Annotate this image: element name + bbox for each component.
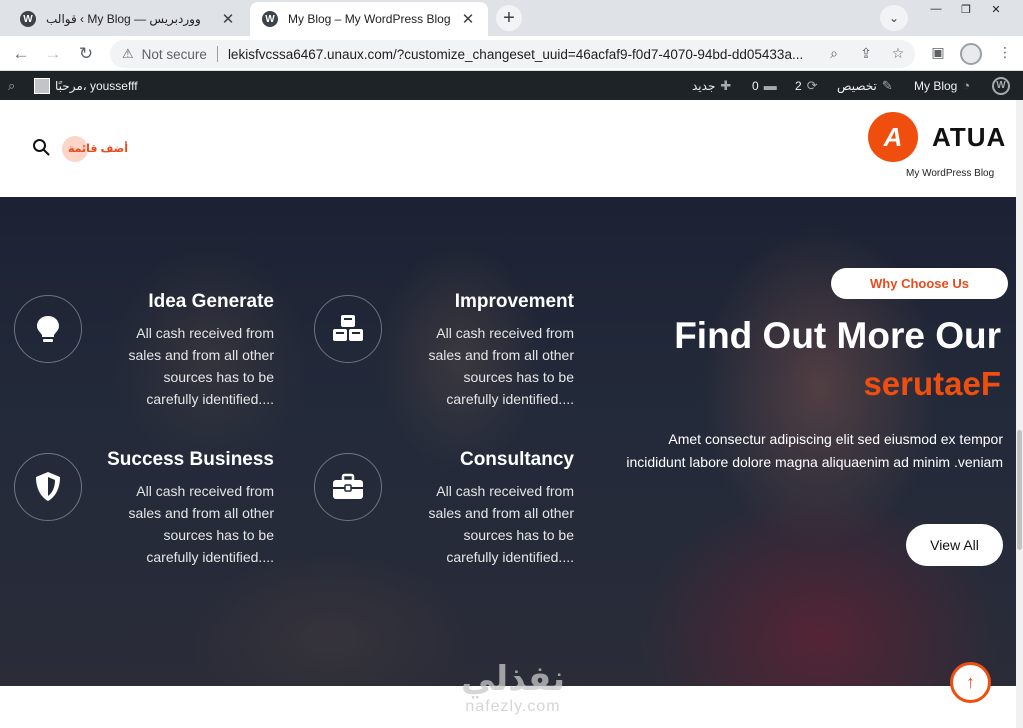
cubes-icon (333, 315, 363, 341)
admin-updates-link[interactable]: 2 ⟳ (795, 71, 818, 100)
admin-new-label: جديد (692, 78, 716, 93)
updates-count: 2 (795, 78, 802, 93)
comments-count: 0 (752, 78, 759, 93)
feature-description: All cash received from sales and from al… (428, 483, 574, 565)
tab-title: قوالب ‹ My Blog — ووردبريس (46, 12, 201, 26)
hero-section: Idea Generate All cash received from sal… (0, 197, 1023, 686)
admin-new-menu[interactable]: جديد ✚ (692, 71, 731, 100)
new-tab-button[interactable]: + (496, 5, 522, 31)
logo-text: ATUA (932, 121, 1007, 152)
lightbulb-icon (37, 316, 59, 342)
scroll-to-top-button[interactable]: ↑ (950, 662, 991, 703)
watermark-arabic: نفذلي (460, 660, 566, 698)
hero-accent-title: serutaeF (863, 365, 1001, 402)
browser-tab-strip: W قوالب ‹ My Blog — ووردبريس ✕ W My Blog… (0, 0, 1023, 36)
reload-icon: ↻ (78, 44, 94, 63)
arrow-left-icon: ← (12, 44, 30, 63)
wp-admin-bar: ⌕ مرحبًا، youssefff جديد ✚ 0 ▬ 2 ⟳ تخصيص… (0, 71, 1023, 100)
admin-search-button[interactable]: ⌕ (8, 71, 15, 100)
admin-wp-logo[interactable]: W (992, 71, 1010, 100)
dashboard-icon: ◔ (962, 78, 971, 93)
feature-title: Consultancy (459, 449, 574, 470)
menu-kebab-icon[interactable]: ⋮ (995, 44, 1015, 64)
feature-icon-circle (314, 295, 382, 363)
brush-icon: ✎ (881, 77, 893, 93)
feature-improvement: Improvement All cash received from sales… (314, 291, 574, 425)
shield-icon (36, 472, 60, 501)
hero-description: Amet consectur adipiscing elit sed eiusm… (626, 431, 1003, 470)
wordpress-icon: W (262, 11, 278, 27)
plus-icon: ✚ (720, 77, 732, 93)
warning-icon: ⚠ (122, 46, 134, 61)
feature-title: Improvement (454, 291, 574, 312)
back-button[interactable]: ← (8, 41, 34, 67)
close-icon[interactable]: ✕ (460, 10, 476, 28)
reload-button[interactable]: ↻ (73, 41, 99, 67)
address-bar[interactable]: ⚠ Not secure lekisfvcssa6467.unaux.com/?… (110, 40, 915, 68)
close-icon[interactable]: ✕ (220, 10, 236, 28)
watermark-latin: nafezly.com (465, 698, 561, 715)
search-icon: ⌕ (8, 77, 16, 93)
security-label: Not secure (141, 46, 207, 62)
feature-consultancy: Consultancy All cash received from sales… (314, 449, 574, 583)
browser-tab-themes[interactable]: W قوالب ‹ My Blog — ووردبريس ✕ (8, 2, 248, 36)
site-tagline: My WordPress Blog (906, 168, 995, 179)
feature-icon-circle (314, 453, 382, 521)
search-icon[interactable] (32, 138, 50, 156)
divider (216, 46, 218, 62)
tab-title: My Blog – My WordPress Blog (288, 12, 451, 26)
briefcase-icon (333, 473, 363, 499)
bookmark-star-icon[interactable]: ☆ (889, 45, 907, 63)
site-logo[interactable]: A ATUA (868, 112, 1006, 162)
feature-icon-circle (14, 295, 82, 363)
zoom-icon[interactable]: ⌕ (825, 45, 843, 63)
site-name: My Blog (914, 78, 958, 93)
wordpress-icon: W (992, 76, 1010, 95)
window-close-button[interactable]: ✕ (982, 0, 1010, 18)
why-choose-us-badge[interactable]: Why Choose Us (831, 268, 1008, 299)
forward-button[interactable]: → (40, 41, 66, 67)
admin-comments-link[interactable]: 0 ▬ (752, 71, 777, 100)
feature-title: Idea Generate (148, 291, 274, 312)
admin-customize-link[interactable]: تخصيص ✎ (837, 71, 893, 100)
window-minimize-button[interactable]: — (922, 0, 950, 18)
admin-greeting: مرحبًا، youssefff (55, 78, 138, 93)
plus-icon: + (503, 6, 515, 29)
arrow-up-icon: ↑ (966, 672, 975, 692)
view-all-button[interactable]: View All (906, 524, 1003, 566)
browser-toolbar: ← → ↻ ⚠ Not secure lekisfvcssa6467.unaux… (0, 36, 1023, 71)
comment-icon: ▬ (763, 78, 777, 93)
refresh-icon: ⟳ (806, 77, 818, 93)
tab-search-button[interactable]: ⌄ (880, 5, 908, 31)
feature-description: All cash received from sales and from al… (428, 325, 574, 407)
page-scrollbar[interactable] (1016, 100, 1023, 728)
site-header: أضف قائمة A ATUA My WordPress Blog (0, 100, 1023, 197)
feature-description: All cash received from sales and from al… (128, 325, 274, 407)
hero-title: Find Out More Our (674, 315, 1001, 356)
admin-account-menu[interactable]: مرحبًا، youssefff (34, 71, 138, 100)
avatar (34, 77, 50, 94)
scrollbar-thumb[interactable] (1017, 430, 1022, 550)
share-icon[interactable]: ⇪ (857, 45, 875, 63)
arrow-right-icon: → (44, 44, 62, 63)
url-text[interactable]: lekisfvcssa6467.unaux.com/?customize_cha… (228, 47, 903, 62)
feature-success-business: Success Business All cash received from … (14, 449, 274, 583)
logo-mark: A (868, 112, 918, 162)
feature-icon-circle (14, 453, 82, 521)
customize-label: تخصيص (837, 78, 877, 93)
nafezly-watermark: نفذلي nafezly.com (448, 660, 578, 716)
add-menu-label: أضف قائمة (68, 142, 129, 155)
side-panel-icon[interactable]: ▣ (928, 44, 948, 64)
browser-tab-my-blog[interactable]: W My Blog – My WordPress Blog ✕ (250, 2, 488, 36)
wordpress-icon: W (20, 11, 36, 27)
chevron-down-icon: ⌄ (888, 11, 900, 25)
window-maximize-button[interactable]: ❐ (952, 0, 980, 18)
feature-description: All cash received from sales and from al… (128, 483, 274, 565)
admin-site-name-link[interactable]: My Blog ◔ (914, 71, 970, 100)
feature-title: Success Business (107, 449, 274, 470)
feature-idea-generate: Idea Generate All cash received from sal… (14, 291, 274, 425)
profile-avatar[interactable] (960, 43, 982, 65)
add-menu-link[interactable]: أضف قائمة (60, 135, 129, 162)
